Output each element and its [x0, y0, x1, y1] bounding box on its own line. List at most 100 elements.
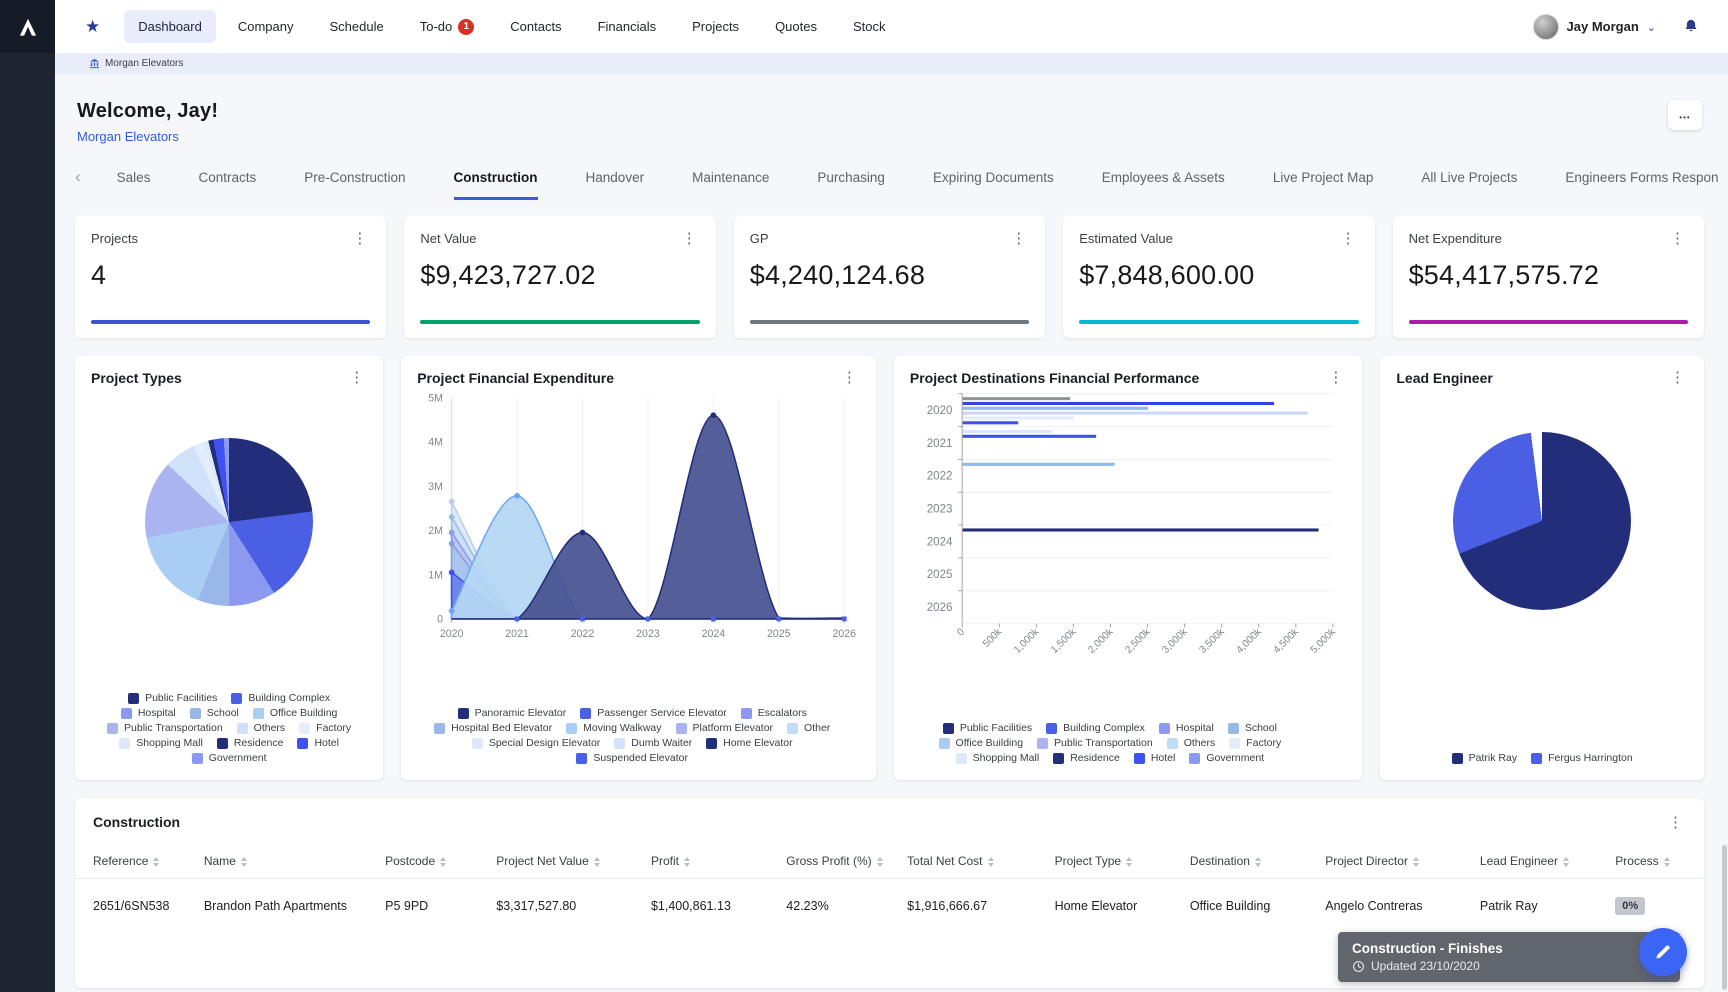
- nav-item-projects[interactable]: Projects: [678, 10, 753, 43]
- exp-legend-escalators[interactable]: Escalators: [741, 707, 807, 719]
- exp-legend-dumb-waiter[interactable]: Dumb Waiter: [614, 737, 692, 749]
- lead-legend-patrik-ray[interactable]: Patrik Ray: [1452, 752, 1517, 764]
- column-header-process[interactable]: Process: [1607, 844, 1704, 879]
- exp-legend-special-design-elevator[interactable]: Special Design Elevator: [472, 737, 600, 749]
- notifications-bell-icon[interactable]: [1682, 18, 1700, 36]
- exp-legend-moving-walkway[interactable]: Moving Walkway: [566, 722, 661, 734]
- tab-employees-assets[interactable]: Employees & Assets: [1102, 160, 1225, 200]
- kebab-menu-icon[interactable]: [839, 370, 860, 385]
- column-header-project-net-value[interactable]: Project Net Value: [488, 844, 643, 879]
- types-legend-residence[interactable]: Residence: [217, 737, 284, 749]
- tabs-scroll-left-icon[interactable]: ‹: [75, 167, 87, 193]
- kebab-menu-icon[interactable]: [1008, 231, 1029, 246]
- nav-item-financials[interactable]: Financials: [584, 10, 671, 43]
- tab-construction[interactable]: Construction: [454, 160, 538, 200]
- favorites-star-icon[interactable]: [85, 17, 100, 37]
- tab-purchasing[interactable]: Purchasing: [817, 160, 885, 200]
- kebab-menu-icon[interactable]: [1665, 815, 1686, 830]
- nav-item-dashboard[interactable]: Dashboard: [124, 10, 216, 43]
- kebab-menu-icon[interactable]: [349, 231, 370, 246]
- column-header-project-type[interactable]: Project Type: [1047, 844, 1182, 879]
- types-legend-others[interactable]: Others: [237, 722, 286, 734]
- sort-icon[interactable]: [440, 857, 446, 867]
- exp-legend-suspended-elevator[interactable]: Suspended Elevator: [576, 752, 688, 764]
- dest-legend-hotel[interactable]: Hotel: [1134, 752, 1176, 764]
- kebab-menu-icon[interactable]: [1667, 370, 1688, 385]
- table-row[interactable]: 2651/6SN538Brandon Path ApartmentsP5 9PD…: [75, 879, 1704, 934]
- exp-legend-passenger-service-elevator[interactable]: Passenger Service Elevator: [580, 707, 727, 719]
- types-legend-public-facilities[interactable]: Public Facilities: [128, 692, 217, 704]
- types-legend-hotel[interactable]: Hotel: [297, 737, 339, 749]
- nav-item-to-do[interactable]: To-do1: [406, 10, 489, 44]
- tab-contracts[interactable]: Contracts: [198, 160, 256, 200]
- types-legend-shopping-mall[interactable]: Shopping Mall: [119, 737, 203, 749]
- company-link[interactable]: Morgan Elevators: [77, 129, 179, 144]
- tab-expiring-documents[interactable]: Expiring Documents: [933, 160, 1054, 200]
- nav-item-quotes[interactable]: Quotes: [761, 10, 831, 43]
- dest-legend-government[interactable]: Government: [1189, 752, 1264, 764]
- types-legend-public-transportation[interactable]: Public Transportation: [107, 722, 223, 734]
- dest-legend-building-complex[interactable]: Building Complex: [1046, 722, 1145, 734]
- tab-maintenance[interactable]: Maintenance: [692, 160, 769, 200]
- nav-item-contacts[interactable]: Contacts: [496, 10, 575, 43]
- sort-icon[interactable]: [594, 857, 600, 867]
- nav-item-schedule[interactable]: Schedule: [316, 10, 398, 43]
- tab-pre-construction[interactable]: Pre-Construction: [304, 160, 405, 200]
- more-options-button[interactable]: [1668, 100, 1702, 130]
- tab-live-project-map[interactable]: Live Project Map: [1273, 160, 1374, 200]
- types-legend-hospital[interactable]: Hospital: [121, 707, 176, 719]
- exp-legend-panoramic-elevator[interactable]: Panoramic Elevator: [458, 707, 567, 719]
- types-legend-factory[interactable]: Factory: [299, 722, 351, 734]
- sort-icon[interactable]: [1126, 857, 1132, 867]
- types-legend-school[interactable]: School: [190, 707, 239, 719]
- column-header-reference[interactable]: Reference: [75, 844, 196, 879]
- types-legend-government[interactable]: Government: [192, 752, 267, 764]
- dest-legend-others[interactable]: Others: [1167, 737, 1216, 749]
- dest-legend-public-facilities[interactable]: Public Facilities: [943, 722, 1032, 734]
- tab-engineers-forms-respon[interactable]: Engineers Forms Respon: [1565, 160, 1718, 200]
- dest-legend-school[interactable]: School: [1228, 722, 1277, 734]
- exp-legend-platform-elevator[interactable]: Platform Elevator: [676, 722, 774, 734]
- tab-handover[interactable]: Handover: [586, 160, 645, 200]
- kebab-menu-icon[interactable]: [679, 231, 700, 246]
- dest-legend-hospital[interactable]: Hospital: [1159, 722, 1214, 734]
- types-legend-office-building[interactable]: Office Building: [253, 707, 338, 719]
- kebab-menu-icon[interactable]: [1667, 231, 1688, 246]
- sort-icon[interactable]: [1664, 857, 1670, 867]
- app-logo[interactable]: [0, 0, 55, 53]
- tab-all-live-projects[interactable]: All Live Projects: [1421, 160, 1517, 200]
- sort-icon[interactable]: [684, 857, 690, 867]
- column-header-name[interactable]: Name: [196, 844, 377, 879]
- dest-legend-office-building[interactable]: Office Building: [939, 737, 1024, 749]
- exp-legend-home-elevator[interactable]: Home Elevator: [706, 737, 792, 749]
- user-menu[interactable]: Jay Morgan: [1533, 14, 1656, 40]
- types-legend-building-complex[interactable]: Building Complex: [231, 692, 330, 704]
- dest-legend-public-transportation[interactable]: Public Transportation: [1037, 737, 1153, 749]
- dest-legend-factory[interactable]: Factory: [1229, 737, 1281, 749]
- kebab-menu-icon[interactable]: [1338, 231, 1359, 246]
- column-header-gross-profit[interactable]: Gross Profit (%): [778, 844, 899, 879]
- nav-item-stock[interactable]: Stock: [839, 10, 900, 43]
- dest-legend-shopping-mall[interactable]: Shopping Mall: [956, 752, 1040, 764]
- edit-fab-button[interactable]: [1639, 928, 1687, 976]
- column-header-project-director[interactable]: Project Director: [1317, 844, 1472, 879]
- sort-icon[interactable]: [241, 857, 247, 867]
- sort-icon[interactable]: [877, 857, 883, 867]
- breadcrumb[interactable]: Morgan Elevators: [55, 53, 1728, 74]
- column-header-postcode[interactable]: Postcode: [377, 844, 488, 879]
- sort-icon[interactable]: [1563, 857, 1569, 867]
- column-header-lead-engineer[interactable]: Lead Engineer: [1472, 844, 1607, 879]
- sort-icon[interactable]: [988, 857, 994, 867]
- sort-icon[interactable]: [153, 857, 159, 867]
- sort-icon[interactable]: [1255, 857, 1261, 867]
- kebab-menu-icon[interactable]: [1325, 370, 1346, 385]
- column-header-total-net-cost[interactable]: Total Net Cost: [899, 844, 1046, 879]
- column-header-profit[interactable]: Profit: [643, 844, 778, 879]
- tab-sales[interactable]: Sales: [117, 160, 151, 200]
- vertical-scrollbar[interactable]: [1722, 845, 1727, 990]
- nav-item-company[interactable]: Company: [224, 10, 308, 43]
- kebab-menu-icon[interactable]: [346, 370, 367, 385]
- exp-legend-hospital-bed-elevator[interactable]: Hospital Bed Elevator: [434, 722, 552, 734]
- sort-icon[interactable]: [1413, 857, 1419, 867]
- exp-legend-other[interactable]: Other: [787, 722, 830, 734]
